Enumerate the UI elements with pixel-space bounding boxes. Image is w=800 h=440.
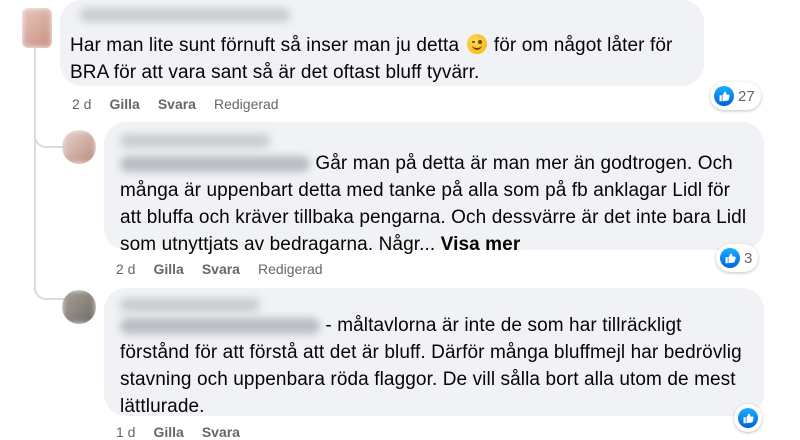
avatar[interactable]	[62, 290, 96, 324]
author-name[interactable]	[120, 134, 270, 148]
reply-button[interactable]: Svara	[202, 424, 240, 440]
comment-bubble: - måltavlorna är inte de som har tillräc…	[104, 288, 764, 417]
timestamp[interactable]: 1 d	[116, 424, 135, 440]
tagged-name[interactable]	[120, 317, 320, 334]
author-name[interactable]	[120, 298, 260, 312]
smirk-emoji-icon	[466, 34, 487, 54]
reaction-count[interactable]: 3	[716, 244, 759, 272]
reaction-count[interactable]	[734, 404, 762, 432]
avatar[interactable]	[22, 8, 52, 48]
tagged-name[interactable]	[120, 155, 310, 172]
timestamp[interactable]: 2 d	[72, 96, 91, 112]
reply-button[interactable]: Svara	[202, 261, 240, 277]
comment-text: Går man på detta är man mer än godtrogen…	[120, 153, 747, 255]
like-button[interactable]: Gilla	[153, 424, 183, 440]
reply-button[interactable]: Svara	[158, 96, 196, 112]
see-more-link[interactable]: Visa mer	[441, 234, 521, 255]
comment-actions: 2 d Gilla Svara Redigerad	[72, 96, 279, 112]
like-icon	[738, 408, 758, 428]
author-name[interactable]	[80, 8, 290, 22]
reaction-count-value: 3	[744, 249, 753, 267]
like-icon	[720, 248, 740, 268]
reaction-count-value: 27	[738, 87, 755, 105]
comment-actions: 2 d Gilla Svara Redigerad	[116, 261, 323, 277]
like-icon	[714, 86, 734, 106]
like-button[interactable]: Gilla	[153, 261, 183, 277]
comment-bubble: Går man på detta är man mer än godtrogen…	[104, 122, 764, 255]
timestamp[interactable]: 2 d	[116, 261, 135, 277]
edited-label: Redigerad	[257, 261, 323, 277]
comment-text: Har man lite sunt förnuft så inser man j…	[70, 34, 673, 83]
like-button[interactable]: Gilla	[109, 96, 139, 112]
reaction-count[interactable]: 27	[710, 82, 761, 110]
thread-line	[34, 48, 36, 292]
edited-label: Redigerad	[213, 96, 279, 112]
comment-actions: 1 d Gilla Svara	[116, 424, 240, 440]
comment-text: - måltavlorna är inte de som har tillräc…	[120, 315, 742, 417]
comment-bubble: Har man lite sunt förnuft så inser man j…	[60, 0, 704, 86]
avatar[interactable]	[62, 130, 96, 164]
